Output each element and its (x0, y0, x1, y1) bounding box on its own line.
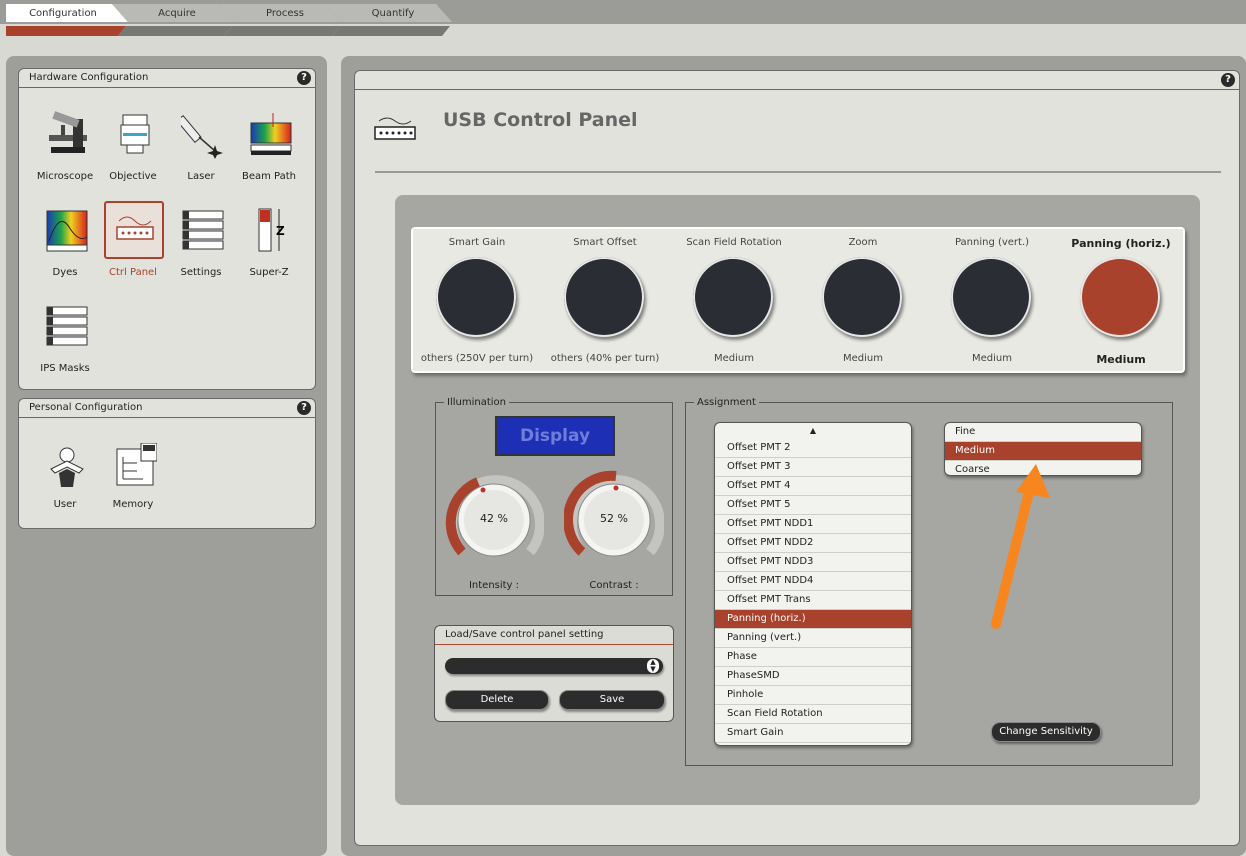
knob-title: Panning (horiz.) (1071, 237, 1171, 250)
knob-strip: Smart Gain others (250V per turn) Smart … (411, 227, 1185, 373)
header-divider (375, 171, 1221, 173)
display-button[interactable]: Display (495, 416, 615, 456)
tab-acquire[interactable]: Acquire (120, 3, 234, 24)
knob-setting: Medium (1096, 353, 1146, 366)
memory-icon (116, 443, 157, 486)
help-icon[interactable]: ? (1221, 73, 1235, 87)
knob-dial[interactable] (564, 257, 644, 337)
control-area: Smart Gain others (250V per turn) Smart … (395, 195, 1200, 805)
dyes-icon (46, 210, 88, 252)
delete-button[interactable]: Delete (445, 690, 549, 710)
tab-configuration[interactable]: Configuration (6, 3, 120, 24)
list-item[interactable]: Smart Gain (715, 724, 911, 743)
contrast-value: 52 % (600, 512, 628, 525)
list-item[interactable]: Phase (715, 648, 911, 667)
ctrl-panel-icon (116, 216, 154, 240)
knob-title: Zoom (848, 237, 878, 248)
list-item[interactable]: Offset PMT NDD3 (715, 553, 911, 572)
hardware-config-box: Hardware Configuration ? Microscope Obje… (18, 68, 316, 390)
list-item[interactable]: Offset PMT Trans (715, 591, 911, 610)
list-item[interactable]: Panning (vert.) (715, 629, 911, 648)
knob-setting: others (250V per turn) (420, 353, 534, 364)
list-item[interactable]: Offset PMT NDD2 (715, 534, 911, 553)
knob-setting: others (40% per turn) (550, 353, 660, 364)
beam-path-icon (250, 113, 292, 155)
annotation-arrow-icon (991, 464, 1050, 629)
hw-label: Ctrl Panel (109, 267, 157, 278)
hw-label: Beam Path (241, 171, 297, 182)
list-item[interactable]: Offset PMT 4 (715, 477, 911, 496)
knob-setting: Medium (843, 353, 883, 364)
knob-title: Scan Field Rotation (686, 237, 782, 248)
assignment-list[interactable]: ▲ Offset PMT 2 Offset PMT 3 Offset PMT 4… (714, 422, 912, 746)
hw-label: Microscope (36, 171, 94, 182)
list-item[interactable]: Scan Field Rotation (715, 705, 911, 724)
hw-label: Dyes (52, 267, 78, 278)
loadsave-title: Load/Save control panel setting (435, 626, 673, 645)
illumination-legend: Illumination (447, 397, 506, 408)
select-stepper-icon: ▲ ▼ (647, 659, 659, 673)
help-icon[interactable]: ? (297, 71, 311, 85)
super-z-icon: Z (258, 208, 285, 252)
objective-icon (120, 114, 150, 154)
personal-config-box: Personal Configuration ? User Memory (18, 398, 316, 529)
ips-masks-icon (46, 306, 88, 346)
hw-label: Laser (187, 171, 215, 182)
loadsave-box: Load/Save control panel setting ▲ ▼ Delet… (434, 625, 674, 722)
knob-setting: Medium (714, 353, 754, 364)
knob-dial[interactable] (951, 257, 1031, 337)
list-item[interactable]: PhaseSMD (715, 667, 911, 686)
personal-config-title: Personal Configuration (19, 399, 315, 418)
knob-dial[interactable] (693, 257, 773, 337)
knob-title: Smart Offset (573, 237, 637, 248)
pc-label: Memory (112, 499, 154, 510)
list-item[interactable]: Offset PMT NDD1 (715, 515, 911, 534)
help-icon[interactable]: ? (297, 401, 311, 415)
top-tab-bar: Configuration Acquire Process Quantify (0, 0, 1246, 36)
knob-title: Panning (vert.) (954, 237, 1030, 248)
pc-label: User (53, 499, 77, 510)
scroll-up-icon[interactable]: ▲ (715, 423, 911, 439)
knob-dial[interactable] (822, 257, 902, 337)
setting-select[interactable]: ▲ ▼ (445, 658, 663, 674)
tab-quantify[interactable]: Quantify (336, 3, 450, 24)
usb-panel-icon (374, 117, 416, 140)
title-divider (355, 89, 1239, 90)
sensitivity-fine[interactable]: Fine (945, 423, 1141, 442)
tab-process[interactable]: Process (228, 3, 342, 24)
knob-dial[interactable] (436, 257, 516, 337)
list-item[interactable]: Pinhole (715, 686, 911, 705)
page-title: USB Control Panel (443, 109, 638, 131)
list-item[interactable]: Offset PMT 3 (715, 458, 911, 477)
usb-control-panel-box: ? USB Control Panel Smart Gain others (2… (354, 70, 1240, 846)
list-item[interactable]: Offset PMT 2 (715, 439, 911, 458)
hw-label: IPS Masks (40, 363, 90, 374)
microscope-icon (49, 111, 87, 153)
hardware-config-title: Hardware Configuration (19, 69, 315, 88)
settings-icon (182, 210, 224, 250)
assignment-group: Assignment ▲ Offset PMT 2 Offset PMT 3 O… (685, 397, 1173, 766)
hw-label: Super-Z (249, 267, 289, 278)
list-item[interactable]: Offset PMT 5 (715, 496, 911, 515)
laser-icon (181, 114, 223, 159)
knob-setting: Medium (972, 353, 1012, 364)
user-icon (50, 447, 84, 487)
list-item[interactable]: Offset PMT NDD4 (715, 572, 911, 591)
list-item-selected[interactable]: Panning (horiz.) (715, 610, 911, 629)
illumination-group: Illumination Display 42 % Intensity : 52… (435, 397, 673, 596)
assignment-legend: Assignment (697, 397, 756, 408)
contrast-label: Contrast : (589, 580, 639, 591)
scroll-down-icon[interactable]: ▼ (715, 743, 911, 745)
change-sensitivity-button[interactable]: Change Sensitivity (991, 722, 1101, 742)
intensity-label: Intensity : (468, 580, 520, 591)
hw-label: Settings (180, 267, 222, 278)
hw-label: Objective (109, 171, 157, 182)
save-button[interactable]: Save (559, 690, 665, 710)
knob-dial-selected[interactable] (1080, 257, 1160, 337)
svg-text:Z: Z (276, 224, 285, 238)
knob-title: Smart Gain (448, 237, 506, 248)
intensity-value: 42 % (480, 512, 508, 525)
